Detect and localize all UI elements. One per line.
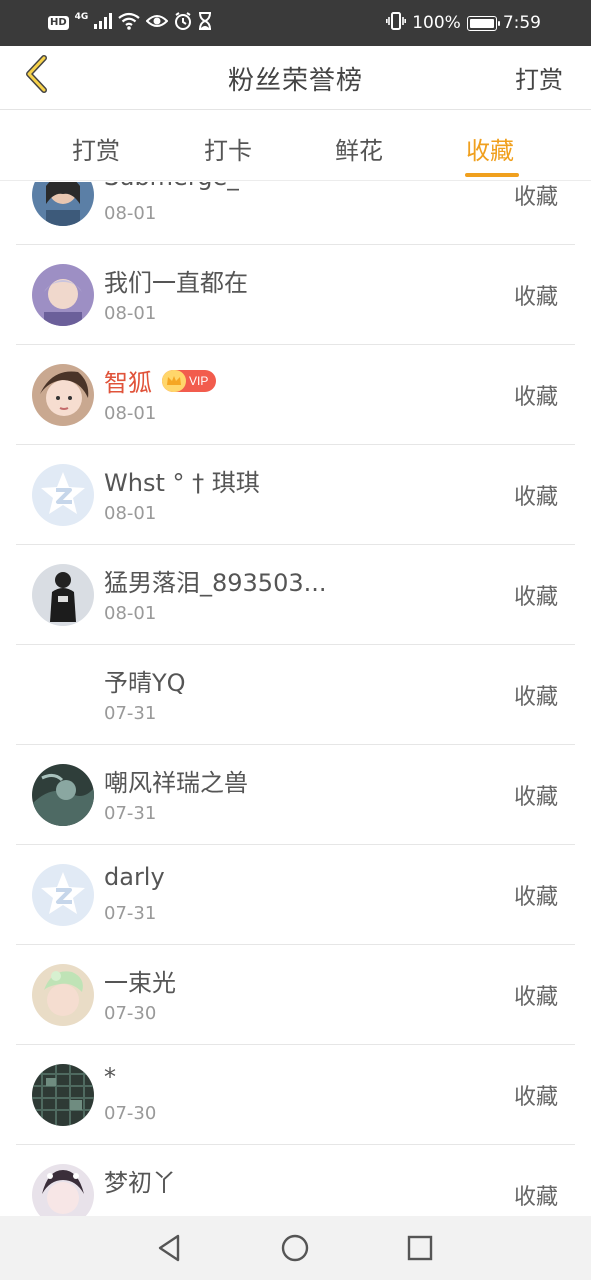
list-content: Submerge_08-01收藏我们一直都在08-01收藏智狐VIP08-01收… (16, 182, 575, 1216)
recents-square-icon[interactable] (404, 1232, 436, 1264)
vip-badge: VIP (162, 369, 217, 392)
action-label: 收藏 (513, 285, 558, 310)
action-label: 收藏 (513, 485, 558, 510)
date-label: 07-31 (104, 803, 157, 824)
status-bar: HD 4G 100% 7:59 (0, 0, 591, 46)
avatar[interactable] (32, 464, 94, 526)
user-name-text: 智狐 (104, 369, 152, 397)
user-name-text: * (104, 1063, 116, 1091)
list-item[interactable]: Submerge_ 08-01 收藏 (16, 182, 575, 245)
list-item[interactable]: 梦初丫收藏 (16, 1145, 575, 1216)
action-label: 收藏 (513, 1085, 558, 1110)
date-label: 07-31 (104, 903, 157, 924)
page-title: 粉丝荣誉榜 (227, 66, 363, 96)
user-name-text: Submerge_ (104, 182, 239, 191)
action-label: 收藏 (513, 885, 558, 910)
eye-icon (145, 13, 169, 34)
user-name-text: Whst ° † 琪琪 (104, 469, 260, 497)
date-label: 08-01 (104, 203, 157, 224)
tab-reward[interactable]: 打赏 (72, 131, 120, 166)
action-label: 收藏 (513, 1185, 558, 1210)
user-name: * (104, 1063, 116, 1091)
system-nav-bar (0, 1216, 591, 1280)
alarm-icon (174, 11, 192, 35)
date-label: 07-30 (104, 1003, 157, 1024)
user-name: 我们一直都在 (104, 263, 248, 298)
avatar[interactable] (32, 764, 94, 826)
action-label: 收藏 (513, 385, 558, 410)
user-name: 一束光 (104, 963, 176, 998)
avatar[interactable] (32, 182, 94, 226)
user-name-text: 梦初丫 (104, 1169, 176, 1197)
avatar[interactable] (32, 264, 94, 326)
active-tab-indicator (465, 173, 519, 177)
user-name: 予晴YQ (104, 663, 186, 698)
avatar[interactable] (32, 1064, 94, 1126)
tab-bar: 打赏 打卡 鲜花 收藏 (0, 111, 591, 181)
reward-button[interactable]: 打赏 (515, 60, 563, 95)
user-name: 智狐 VIP (104, 363, 217, 398)
home-circle-icon[interactable] (279, 1232, 311, 1264)
user-name: darly (104, 863, 165, 891)
user-name-text: 予晴YQ (104, 669, 186, 697)
date-label: 08-01 (104, 603, 157, 624)
list-item[interactable]: 我们一直都在 08-01 收藏 (16, 245, 575, 345)
user-name: 猛男落泪_893503... (104, 563, 327, 598)
battery-icon (466, 15, 500, 31)
avatar[interactable] (32, 364, 94, 426)
list-item[interactable]: 一束光 07-30 收藏 (16, 945, 575, 1045)
action-label: 收藏 (513, 985, 558, 1010)
vip-label: VIP (189, 373, 209, 388)
app-header: 粉丝荣誉榜 打赏 (0, 46, 591, 110)
network-type: 4G (74, 12, 89, 22)
action-label: 收藏 (513, 585, 558, 610)
user-name: Submerge_ (104, 182, 239, 191)
list-item[interactable]: * 07-30 收藏 (16, 1045, 575, 1145)
list-item[interactable]: 嘲风祥瑞之兽 07-31 收藏 (16, 745, 575, 845)
action-label: 收藏 (513, 785, 558, 810)
avatar[interactable] (32, 864, 94, 926)
list-item[interactable]: 猛男落泪_893503... 08-01 收藏 (16, 545, 575, 645)
back-triangle-icon[interactable] (154, 1232, 186, 1264)
user-name-text: 一束光 (104, 969, 176, 997)
hd-badge: HD (48, 16, 69, 30)
list-item[interactable]: Whst ° † 琪琪 08-01 收藏 (16, 445, 575, 545)
user-name-text: 猛男落泪_893503... (104, 569, 327, 597)
user-name-text: darly (104, 863, 165, 891)
vibrate-icon (386, 11, 407, 35)
action-label: 收藏 (513, 185, 558, 210)
date-label: 08-01 (104, 503, 157, 524)
battery-percent: 100% (412, 13, 461, 33)
status-right: 100% 7:59 (386, 11, 541, 35)
date-label: 07-30 (104, 1103, 157, 1124)
user-name-text: 我们一直都在 (104, 269, 248, 297)
crown-icon (162, 369, 186, 392)
avatar[interactable] (32, 564, 94, 626)
tab-favorites[interactable]: 收藏 (466, 131, 514, 166)
avatar[interactable] (32, 1164, 94, 1216)
user-name: 嘲风祥瑞之兽 (104, 763, 248, 798)
tab-flowers[interactable]: 鲜花 (335, 131, 383, 166)
list-item[interactable]: 智狐 VIP 08-01 收藏 (16, 345, 575, 445)
user-name-text: 嘲风祥瑞之兽 (104, 769, 248, 797)
avatar[interactable] (32, 964, 94, 1026)
date-label: 08-01 (104, 403, 157, 424)
user-name: Whst ° † 琪琪 (104, 463, 260, 498)
status-left: HD 4G (48, 11, 212, 35)
list-item[interactable]: 予晴YQ 07-31 收藏 (16, 645, 575, 745)
signal-icon (94, 12, 113, 34)
tab-checkin[interactable]: 打卡 (204, 131, 252, 166)
wifi-icon (118, 12, 141, 35)
date-label: 08-01 (104, 303, 157, 324)
date-label: 07-31 (104, 703, 157, 724)
clock-time: 7:59 (502, 13, 541, 33)
action-label: 收藏 (513, 685, 558, 710)
list-item[interactable]: darly 07-31 收藏 (16, 845, 575, 945)
favorites-list[interactable]: Submerge_08-01收藏我们一直都在08-01收藏智狐VIP08-01收… (16, 182, 575, 1216)
hourglass-icon (198, 11, 212, 35)
avatar[interactable] (32, 664, 94, 726)
user-name: 梦初丫 (104, 1163, 176, 1198)
